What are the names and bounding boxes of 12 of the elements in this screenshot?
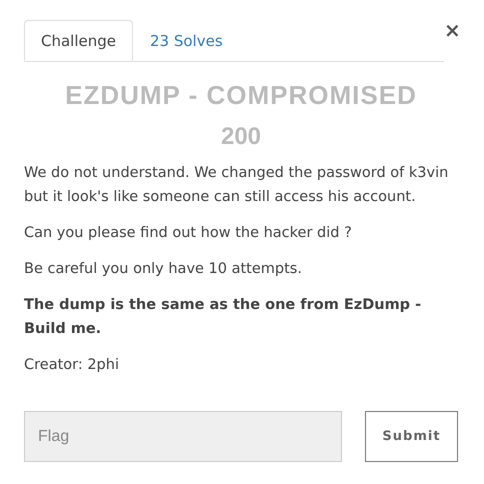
description-text: Can you please find out how the hacker did ? bbox=[24, 224, 353, 243]
tab[interactable]: 23 Solves bbox=[133, 20, 240, 61]
challenge-points: 200 bbox=[220, 123, 262, 151]
description-text: Creator: 2phi bbox=[24, 356, 120, 375]
close-button[interactable]: × bbox=[444, 20, 461, 40]
submit-button[interactable]: Submit bbox=[365, 411, 458, 462]
description-text: The dump is the same as the one from EzDump - Build me. bbox=[24, 296, 422, 339]
description-text: Be careful you only have 10 attempts. bbox=[24, 260, 303, 279]
tab[interactable]: Challenge bbox=[24, 20, 133, 61]
challenge-title: EZDUMP - COMPROMISED bbox=[64, 80, 418, 111]
description-text: We do not understand. We changed the password of k3vin but it look's like someone can still access his account. bbox=[24, 164, 450, 207]
flag-field[interactable]: Flag bbox=[24, 411, 342, 462]
